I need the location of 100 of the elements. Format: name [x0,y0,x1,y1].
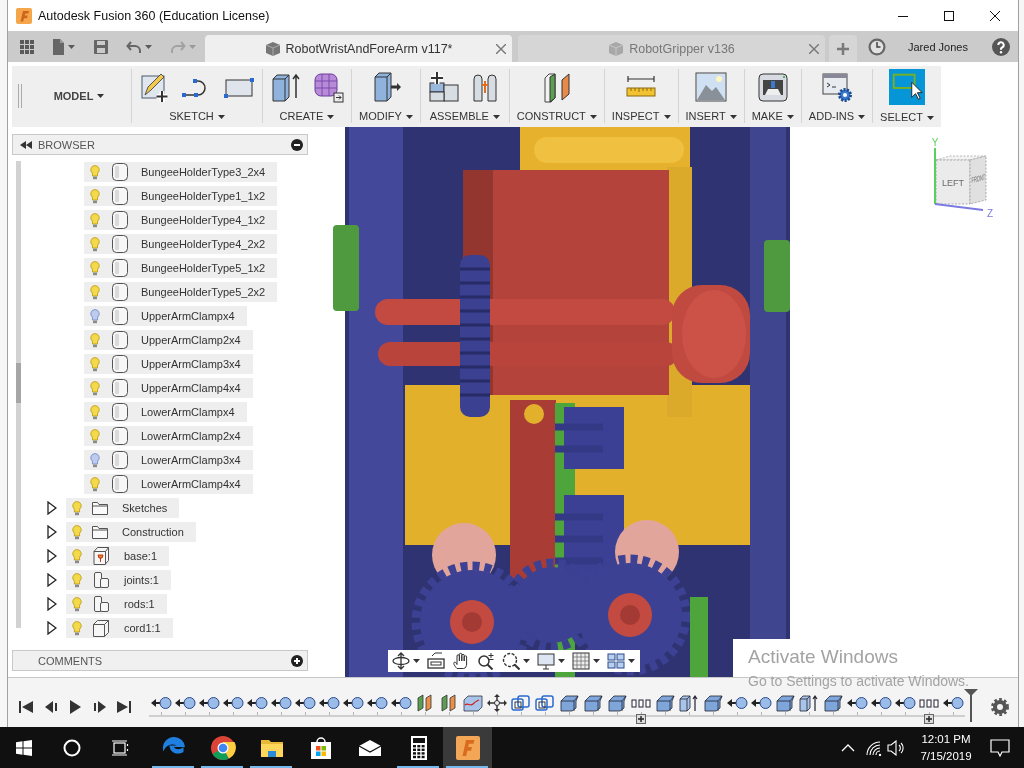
joint-icon[interactable] [270,694,292,712]
scrollbar-thumb[interactable] [16,363,21,403]
printer-icon[interactable] [756,70,789,103]
browser-item[interactable]: BungeeHolderType4_2x2 [84,234,278,254]
script-icon[interactable] [820,70,853,103]
browser-item[interactable]: LowerArmClamp4x4 [84,474,253,494]
save-icon[interactable] [94,39,108,54]
browser-item[interactable]: LowerArmClamp2x4 [84,426,253,446]
settings-icon[interactable] [991,698,1009,716]
display-icon[interactable] [537,652,555,670]
browser-item[interactable]: BungeeHolderType5_1x2 [84,258,278,278]
skip-to-start-icon[interactable] [18,699,34,715]
toolbar-menu[interactable]: SELECT [880,111,934,124]
browser-item[interactable]: BungeeHolderType4_1x2 [84,210,278,230]
lightbulb-icon[interactable] [90,236,100,252]
expand-icon[interactable] [47,501,57,515]
lightbulb-icon[interactable] [90,284,100,300]
joint-icon[interactable] [870,694,892,712]
lightbulb-icon[interactable] [72,548,82,564]
box-icon[interactable] [774,694,796,712]
lightbulb-icon[interactable] [90,332,100,348]
joint-icon[interactable] [198,694,220,712]
toolbar-menu[interactable]: SKETCH [169,110,225,123]
extrude-icon[interactable] [678,694,700,712]
caret-icon[interactable] [593,659,600,663]
caret-icon[interactable] [628,659,635,663]
picture-icon[interactable] [695,70,728,103]
browser-item[interactable]: UpperArmClamp4x4 [84,378,253,398]
sketch-icon[interactable] [462,694,484,712]
browser-item[interactable]: cord1:1 [66,618,173,638]
expand-group-icon[interactable] [636,714,646,724]
expand-icon[interactable] [47,549,57,563]
browser-item[interactable]: joints:1 [66,570,171,590]
lightbulb-icon[interactable] [72,620,82,636]
box-icon[interactable] [582,694,604,712]
lightbulb-icon[interactable] [90,356,100,372]
apps-grid-icon[interactable] [20,39,34,54]
joint-icon[interactable] [390,694,412,712]
lightbulb-icon[interactable] [90,212,100,228]
toolbar-menu[interactable]: INSERT [685,110,737,123]
file-icon[interactable] [52,38,65,55]
browser-item[interactable]: Construction [66,522,196,542]
toolbar-menu[interactable]: INSPECT [611,110,671,123]
collapse-icon[interactable] [20,140,32,149]
caret-icon[interactable] [523,659,530,663]
select-icon[interactable] [889,69,925,105]
cube-face-label[interactable]: LEFT [942,178,964,188]
browser-item[interactable]: base:1 [66,546,170,566]
browser-item[interactable]: UpperArmClampx4 [84,306,247,326]
joint-icon[interactable] [246,694,268,712]
caret-icon[interactable] [558,659,565,663]
toolbar-menu[interactable]: CREATE [279,110,335,123]
browser-item[interactable]: BungeeHolderType3_2x4 [84,162,278,182]
minus-icon[interactable] [291,138,303,151]
box-icon[interactable] [606,694,628,712]
pan-hand-icon[interactable] [452,652,470,670]
look-at-icon[interactable] [427,652,445,670]
zoom-window-icon[interactable] [502,652,520,670]
joint-icon[interactable] [750,694,772,712]
joint-icon[interactable] [174,694,196,712]
workspace-menu[interactable]: MODEL [53,89,105,103]
joint-icon[interactable] [318,694,340,712]
lightbulb-icon[interactable] [90,452,100,468]
clock-time[interactable]: 12:01 PM [921,730,971,748]
joint-icon[interactable] [294,694,316,712]
skip-to-end-icon[interactable] [116,699,132,715]
joint-icon[interactable] [846,694,868,712]
user-name[interactable]: Jared Jones [908,40,968,53]
copy-icon[interactable] [534,694,556,712]
expand-icon[interactable] [47,597,57,611]
box-icon[interactable] [654,694,676,712]
maximize-icon[interactable] [944,10,954,21]
clock-date[interactable]: 7/15/2019 [920,747,972,765]
document-tab[interactable]: RobotWristAndForeArm v117* [205,35,512,62]
browser-item[interactable]: BungeeHolderType5_2x2 [84,282,278,302]
form-cube-icon[interactable] [312,70,344,103]
new-tab-button[interactable] [829,35,857,62]
lightbulb-icon[interactable] [72,524,82,540]
lightbulb-icon[interactable] [90,476,100,492]
lightbulb-icon[interactable] [90,380,100,396]
expand-icon[interactable] [47,525,57,539]
joint-icon[interactable] [342,694,364,712]
toolbar-menu[interactable]: ASSEMBLE [429,110,500,123]
browser-item[interactable]: LowerArmClamp3x4 [84,450,253,470]
joint-icon[interactable] [366,694,388,712]
start-icon[interactable] [16,739,32,756]
chevron-up-icon[interactable] [841,743,855,752]
browser-item[interactable]: LowerArmClampx4 [84,402,247,422]
lightbulb-icon[interactable] [90,428,100,444]
clock-icon[interactable] [868,37,886,56]
lightbulb-icon[interactable] [90,308,100,324]
copy-icon[interactable] [510,694,532,712]
plus-icon[interactable] [291,654,303,667]
search-icon[interactable] [63,738,81,757]
toolbar-menu[interactable]: MAKE [751,110,794,123]
step-forward-icon[interactable] [91,699,108,715]
task-view-icon[interactable] [111,739,129,756]
joint-icon[interactable] [150,694,172,712]
move-icon[interactable] [486,694,508,712]
box-icon[interactable] [822,694,844,712]
